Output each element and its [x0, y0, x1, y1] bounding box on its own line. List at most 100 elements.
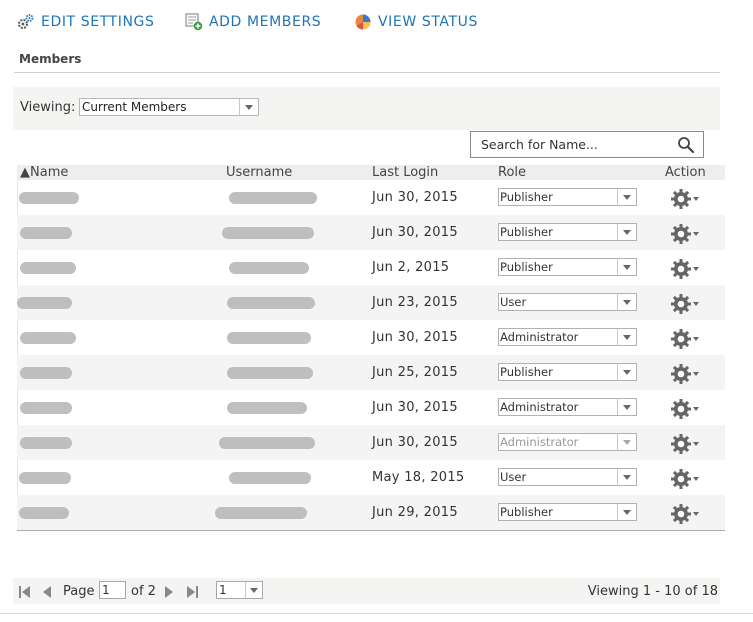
role-select-value: Publisher — [500, 365, 553, 379]
redacted-username — [227, 402, 307, 414]
chevron-down-icon[interactable] — [617, 259, 636, 275]
gear-icon[interactable] — [670, 258, 699, 280]
redacted-name-link[interactable] — [20, 332, 76, 344]
view-status-button[interactable]: VIEW STATUS — [354, 12, 478, 32]
redacted-username — [229, 192, 317, 204]
role-select[interactable]: Publisher — [498, 188, 637, 206]
last-login-cell: Jun 30, 2015 — [372, 190, 458, 205]
add-members-label: ADD MEMBERS — [209, 14, 322, 30]
last-login-cell: Jun 30, 2015 — [372, 330, 458, 345]
gear-icon[interactable] — [670, 293, 699, 315]
role-select[interactable]: Administrator — [498, 328, 637, 346]
search-input[interactable]: Search for Name... — [470, 131, 704, 158]
table-row: Jun 30, 2015 Administrator — [17, 425, 725, 460]
role-select[interactable]: Publisher — [498, 503, 637, 521]
role-select-value: User — [500, 295, 527, 309]
viewing-select[interactable]: Current Members — [79, 98, 259, 116]
view-status-label: VIEW STATUS — [378, 14, 478, 30]
redacted-username — [229, 472, 311, 484]
role-select-value: Administrator — [500, 435, 579, 449]
role-select[interactable]: Publisher — [498, 223, 637, 241]
table-row: Jun 30, 2015 Publisher — [17, 180, 725, 215]
role-select-value: User — [500, 470, 527, 484]
redacted-name-link[interactable] — [20, 262, 76, 274]
role-select-value: Publisher — [500, 225, 553, 239]
add-members-icon — [185, 13, 203, 31]
table-bottom-border — [17, 530, 725, 531]
redacted-name-link[interactable] — [20, 402, 72, 414]
column-header-last-login[interactable]: Last Login — [372, 165, 438, 180]
add-members-button[interactable]: ADD MEMBERS — [185, 12, 321, 32]
page-total-label: of 2 — [131, 584, 156, 599]
search-icon[interactable] — [677, 136, 695, 158]
column-header-name[interactable]: ▲Name — [20, 165, 68, 180]
chevron-down-icon[interactable] — [617, 469, 636, 485]
table-row: May 18, 2015 User — [17, 460, 725, 495]
redacted-name-link[interactable] — [20, 437, 72, 449]
role-select-value: Publisher — [500, 505, 553, 519]
previous-page-icon[interactable] — [41, 584, 53, 603]
redacted-name-link[interactable] — [20, 227, 72, 239]
last-login-cell: Jun 30, 2015 — [372, 225, 458, 240]
section-divider — [14, 72, 720, 73]
section-title: Members — [19, 52, 82, 66]
chevron-down-icon[interactable] — [617, 294, 636, 310]
chevron-down-icon[interactable] — [617, 504, 636, 520]
role-select: Administrator — [498, 433, 637, 451]
last-page-icon[interactable] — [185, 584, 199, 603]
chevron-down-icon[interactable] — [617, 329, 636, 345]
gear-icon[interactable] — [670, 223, 699, 245]
redacted-name-link[interactable] — [17, 297, 72, 309]
role-select[interactable]: User — [498, 468, 637, 486]
next-page-icon[interactable] — [163, 584, 175, 603]
redacted-username — [229, 262, 309, 274]
gear-icon[interactable] — [670, 398, 699, 420]
chevron-down-icon[interactable] — [617, 189, 636, 205]
role-select-value: Publisher — [500, 190, 553, 204]
viewing-label: Viewing: — [20, 100, 76, 115]
filter-bar: Viewing: Current Members — [13, 87, 720, 130]
page-number-input[interactable]: 1 — [99, 581, 126, 599]
column-header-username[interactable]: Username — [226, 165, 292, 180]
page-label: Page — [63, 584, 95, 599]
redacted-name-link[interactable] — [19, 192, 79, 204]
role-select-value: Publisher — [500, 260, 553, 274]
redacted-username — [227, 367, 313, 379]
role-select[interactable]: Publisher — [498, 363, 637, 381]
gear-icon[interactable] — [670, 468, 699, 490]
gear-icon[interactable] — [670, 363, 699, 385]
edit-settings-button[interactable]: EDIT SETTINGS — [17, 12, 154, 32]
chevron-down-icon[interactable] — [617, 364, 636, 380]
gear-icon[interactable] — [670, 188, 699, 210]
chevron-down-icon[interactable] — [617, 399, 636, 415]
table-row: Jun 25, 2015 Publisher — [17, 355, 725, 390]
redacted-name-link[interactable] — [19, 507, 69, 519]
last-login-cell: Jun 25, 2015 — [372, 365, 458, 380]
chevron-down-icon — [617, 434, 636, 450]
search-placeholder: Search for Name... — [481, 137, 598, 152]
gear-icon[interactable] — [670, 503, 699, 525]
redacted-username — [227, 332, 311, 344]
table-row: Jun 23, 2015 User — [17, 285, 725, 320]
viewing-count: Viewing 1 - 10 of 18 — [587, 584, 718, 599]
pager: Page 1 of 2 1 Viewing 1 - 10 of 18 — [13, 578, 720, 604]
redacted-username — [222, 227, 314, 239]
role-select[interactable]: Administrator — [498, 398, 637, 416]
gear-icon[interactable] — [670, 433, 699, 455]
table-row: Jun 30, 2015 Administrator — [17, 390, 725, 425]
redacted-username — [219, 437, 315, 449]
chevron-down-icon[interactable] — [239, 99, 258, 115]
chevron-down-icon[interactable] — [617, 224, 636, 240]
column-header-role: Role — [498, 165, 527, 180]
role-select[interactable]: Publisher — [498, 258, 637, 276]
table-row: Jun 2, 2015 Publisher — [17, 250, 725, 285]
chevron-down-icon[interactable] — [245, 582, 262, 598]
first-page-icon[interactable] — [18, 584, 32, 603]
role-select[interactable]: User — [498, 293, 637, 311]
redacted-name-link[interactable] — [19, 472, 71, 484]
role-select-value: Administrator — [500, 330, 579, 344]
page-size-value: 1 — [219, 583, 227, 597]
redacted-name-link[interactable] — [20, 367, 72, 379]
gear-icon[interactable] — [670, 328, 699, 350]
page-size-select[interactable]: 1 — [216, 581, 263, 599]
